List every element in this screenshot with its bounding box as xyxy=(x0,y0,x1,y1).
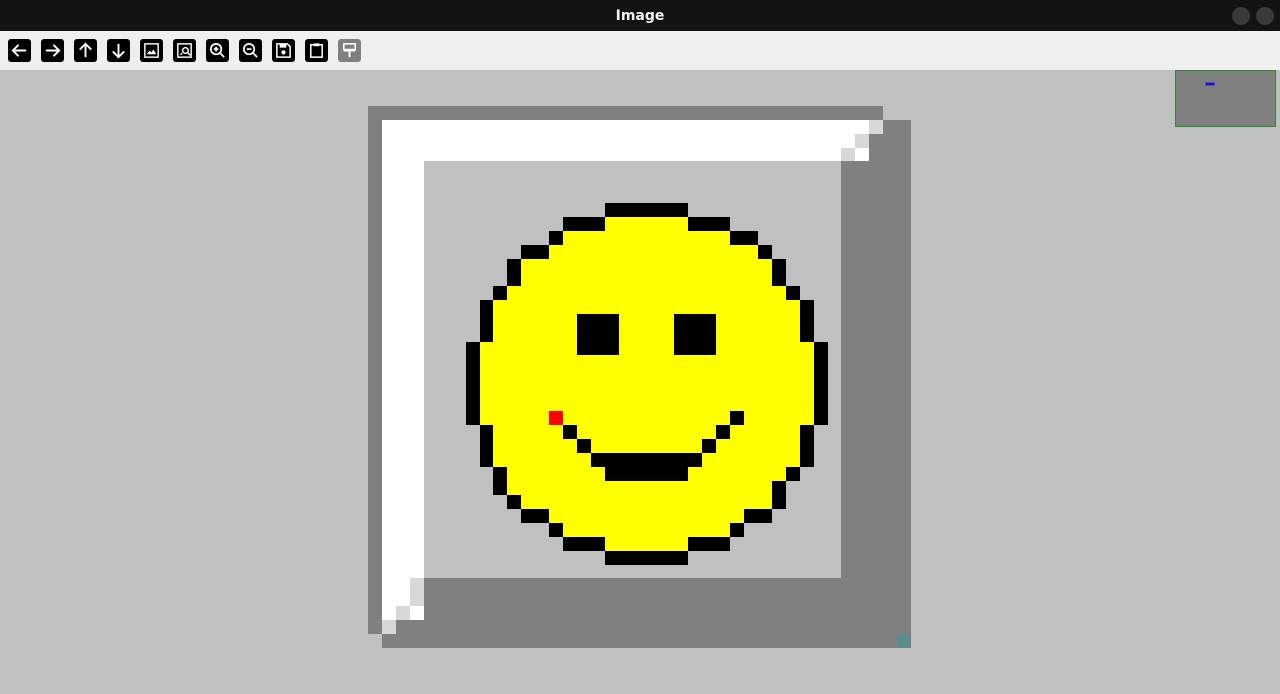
arrow-left-icon xyxy=(11,44,27,57)
window-title: Image xyxy=(615,7,665,24)
frame-shadow-bottom xyxy=(382,620,911,648)
back-button[interactable] xyxy=(8,39,31,62)
frame-shadow-right xyxy=(883,120,911,648)
zoom-in-icon xyxy=(209,42,225,58)
zoom-in-button[interactable] xyxy=(206,39,229,62)
arrow-right-icon xyxy=(45,44,61,57)
forward-button[interactable] xyxy=(41,39,64,62)
window-controls xyxy=(1232,7,1274,25)
fit-image-button[interactable] xyxy=(140,39,163,62)
toolbar xyxy=(0,31,1280,71)
image-search-button[interactable] xyxy=(173,39,196,62)
image-search-icon xyxy=(177,43,192,58)
navigator-thumbnail[interactable] xyxy=(1175,70,1276,127)
paint-button[interactable] xyxy=(338,39,361,62)
clipboard-icon xyxy=(310,43,323,58)
image-icon xyxy=(144,43,159,58)
right-eye xyxy=(674,314,716,355)
up-button[interactable] xyxy=(74,39,97,62)
frame-highlight-top xyxy=(382,120,869,161)
arrow-down-icon xyxy=(112,43,125,59)
navigator-viewport[interactable] xyxy=(1205,82,1215,86)
zoom-out-icon xyxy=(242,42,258,58)
floppy-disk-icon xyxy=(276,43,291,58)
down-button[interactable] xyxy=(107,39,130,62)
selected-pixel-marker xyxy=(549,411,563,425)
save-button[interactable] xyxy=(272,39,295,62)
smiley-image xyxy=(368,106,911,648)
left-eye xyxy=(577,314,619,355)
minimize-button[interactable] xyxy=(1232,7,1250,25)
arrow-up-icon xyxy=(79,42,92,58)
face-fill xyxy=(480,217,814,551)
paint-roller-icon xyxy=(343,43,356,58)
clipboard-button[interactable] xyxy=(305,39,328,62)
frame-highlight-left xyxy=(382,120,424,620)
frame-corner-pixel xyxy=(897,634,911,648)
title-bar: Image xyxy=(0,0,1280,31)
close-button[interactable] xyxy=(1256,7,1274,25)
image-view[interactable] xyxy=(368,106,911,648)
zoom-out-button[interactable] xyxy=(239,39,262,62)
